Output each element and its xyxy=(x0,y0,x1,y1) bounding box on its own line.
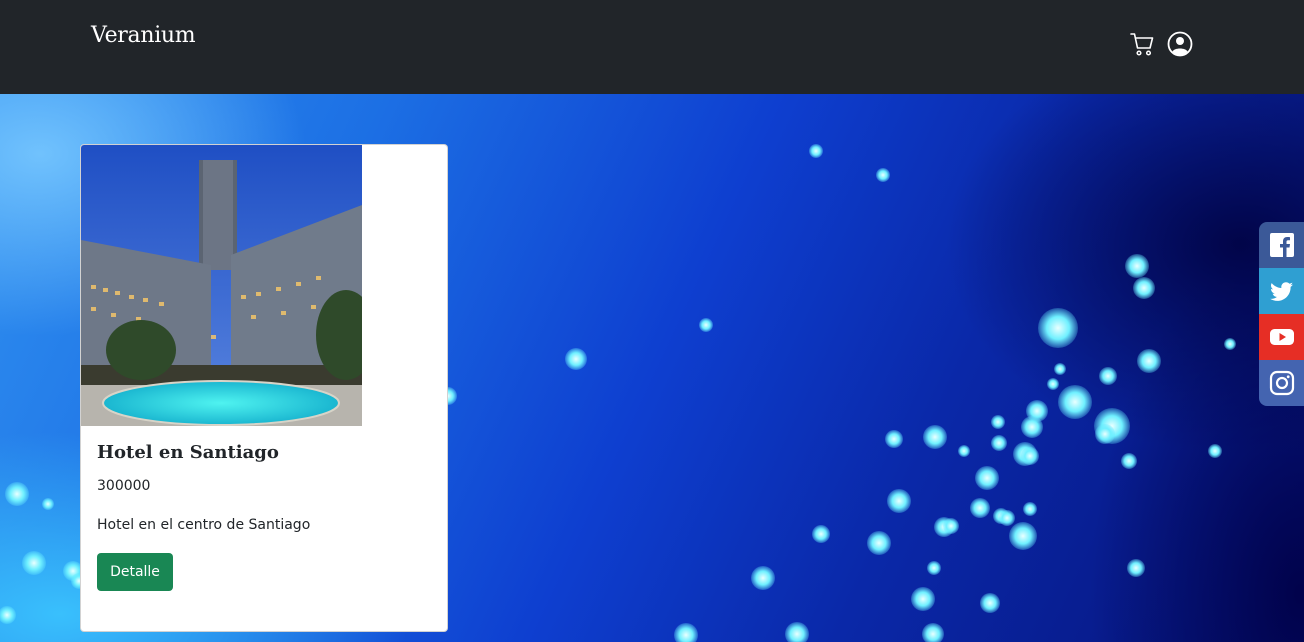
light-particle xyxy=(885,430,903,448)
light-particle xyxy=(1058,385,1092,419)
light-particle xyxy=(999,510,1015,526)
light-particle xyxy=(991,415,1005,429)
light-particle xyxy=(867,531,891,555)
light-particle xyxy=(943,518,959,534)
light-particle xyxy=(22,551,46,575)
user-circle-icon[interactable] xyxy=(1167,31,1193,57)
light-particle xyxy=(1009,522,1037,550)
light-particle xyxy=(975,466,999,490)
light-particle xyxy=(1047,378,1059,390)
light-particle xyxy=(1133,277,1155,299)
brand-logo[interactable]: Veranium xyxy=(91,23,196,48)
light-particle xyxy=(812,525,830,543)
card-price: 300000 xyxy=(97,478,151,494)
light-particle xyxy=(674,623,698,642)
product-card: Hotel en Santiago 300000 Hotel en el cen… xyxy=(80,144,448,632)
light-particle xyxy=(922,623,944,642)
light-particle xyxy=(1208,444,1222,458)
light-particle xyxy=(911,587,935,611)
light-particle xyxy=(1224,338,1236,350)
light-particle xyxy=(1023,502,1037,516)
light-particle xyxy=(1127,559,1145,577)
twitter-icon xyxy=(1270,282,1293,301)
youtube-link[interactable] xyxy=(1259,314,1304,360)
social-sidebar xyxy=(1259,222,1304,406)
light-particle xyxy=(699,318,713,332)
light-particle xyxy=(876,168,890,182)
light-particle xyxy=(5,482,29,506)
card-title: Hotel en Santiago xyxy=(97,442,279,463)
light-particle xyxy=(565,348,587,370)
light-particle xyxy=(1021,447,1039,465)
instagram-link[interactable] xyxy=(1259,360,1304,406)
cart-icon[interactable] xyxy=(1129,31,1155,57)
light-particle xyxy=(1095,424,1115,444)
light-particle xyxy=(1054,363,1066,375)
light-particle xyxy=(1021,416,1043,438)
light-particle xyxy=(785,622,809,642)
light-particle xyxy=(1121,453,1137,469)
light-particle xyxy=(923,425,947,449)
detail-button[interactable]: Detalle xyxy=(97,553,173,591)
light-particle xyxy=(42,498,54,510)
light-particle xyxy=(1137,349,1161,373)
light-particle xyxy=(980,593,1000,613)
light-particle xyxy=(927,561,941,575)
light-particle xyxy=(991,435,1007,451)
facebook-icon xyxy=(1270,233,1294,257)
light-particle xyxy=(1125,254,1149,278)
card-description: Hotel en el centro de Santiago xyxy=(97,517,311,533)
light-particle xyxy=(809,144,823,158)
twitter-link[interactable] xyxy=(1259,268,1304,314)
hotel-image xyxy=(81,145,362,426)
facebook-link[interactable] xyxy=(1259,222,1304,268)
light-particle xyxy=(958,445,970,457)
light-particle xyxy=(887,489,911,513)
light-particle xyxy=(1099,367,1117,385)
instagram-icon xyxy=(1269,370,1295,396)
light-particle xyxy=(751,566,775,590)
top-navbar: Veranium xyxy=(0,0,1304,94)
youtube-icon xyxy=(1270,329,1294,345)
light-particle xyxy=(1038,308,1078,348)
light-particle xyxy=(970,498,990,518)
light-particle xyxy=(0,606,16,624)
